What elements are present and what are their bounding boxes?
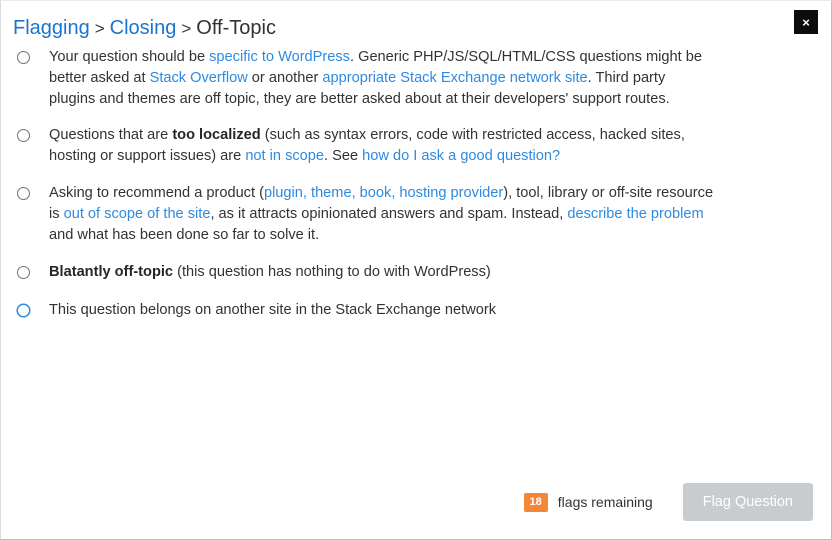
inline-link[interactable]: specific to WordPress: [209, 49, 350, 65]
breadcrumb-item-current: Off-Topic: [196, 17, 276, 39]
flag-question-button[interactable]: Flag Question: [682, 483, 813, 521]
dialog-footer: 18 flags remaining Flag Question: [523, 483, 813, 521]
flags-remaining-label: flags remaining: [557, 494, 653, 510]
breadcrumb-separator-1: >: [94, 19, 105, 38]
inline-emphasis: Blatantly off-topic: [49, 264, 174, 280]
inline-text: (this question has nothing to do with Wo…: [173, 264, 491, 280]
breadcrumb-separator-2: >: [181, 19, 192, 38]
inline-link[interactable]: out of scope of the site: [64, 206, 211, 222]
inline-link[interactable]: describe the problem: [567, 206, 703, 222]
option-label-too-localized: Questions that are too localized (such a…: [49, 125, 715, 167]
radio-blatantly-off-topic[interactable]: [17, 266, 30, 279]
option-belongs-on-another-site[interactable]: This question belongs on another site in…: [17, 300, 807, 321]
radio-product-recommendation[interactable]: [17, 187, 30, 200]
breadcrumb: Flagging > Closing > Off-Topic: [13, 15, 276, 42]
option-label-belongs-on-another-site: This question belongs on another site in…: [49, 300, 496, 321]
option-label-specific-to-wordpress: Your question should be specific to Word…: [49, 47, 715, 110]
option-label-product-recommendation: Asking to recommend a product (plugin, t…: [49, 183, 715, 246]
inline-text: This question belongs on another site in…: [49, 302, 497, 318]
radio-too-localized[interactable]: [17, 129, 30, 142]
inline-link[interactable]: not in scope: [245, 148, 324, 164]
close-icon: ×: [802, 14, 810, 30]
inline-link[interactable]: plugin, theme, book, hosting provider: [264, 185, 503, 201]
flagging-dialog: Flagging > Closing > Off-Topic × Your questi…: [0, 0, 832, 540]
inline-text: or another: [247, 70, 323, 86]
radio-specific-to-wordpress[interactable]: [17, 51, 30, 64]
breadcrumb-item-flagging[interactable]: Flagging: [13, 17, 90, 39]
inline-emphasis: too localized: [172, 127, 261, 143]
inline-text: and what has been done so far to solve i…: [49, 227, 320, 243]
inline-link[interactable]: how do I ask a good question?: [362, 148, 560, 164]
inline-text: . See: [324, 148, 363, 164]
radio-belongs-on-another-site[interactable]: [17, 304, 30, 317]
option-label-blatantly-off-topic: Blatantly off-topic (this question has n…: [49, 262, 491, 283]
off-topic-reason-list: Your question should be specific to Word…: [17, 47, 807, 321]
option-specific-to-wordpress[interactable]: Your question should be specific to Word…: [17, 47, 807, 110]
inline-text: Your question should be: [49, 49, 210, 65]
inline-text: Asking to recommend a product (: [49, 185, 264, 201]
breadcrumb-item-closing[interactable]: Closing: [110, 17, 177, 39]
flags-remaining-badge: 18: [523, 492, 548, 512]
option-blatantly-off-topic[interactable]: Blatantly off-topic (this question has n…: [17, 262, 807, 283]
option-too-localized[interactable]: Questions that are too localized (such a…: [17, 125, 807, 167]
flags-remaining-info: 18 flags remaining: [523, 492, 653, 512]
inline-text: Questions that are: [49, 127, 173, 143]
inline-text: , as it attracts opinionated answers and…: [210, 206, 568, 222]
option-product-recommendation[interactable]: Asking to recommend a product (plugin, t…: [17, 183, 807, 246]
close-button[interactable]: ×: [794, 10, 818, 34]
inline-link[interactable]: appropriate Stack Exchange network site: [322, 70, 587, 86]
inline-link[interactable]: Stack Overflow: [150, 70, 248, 86]
